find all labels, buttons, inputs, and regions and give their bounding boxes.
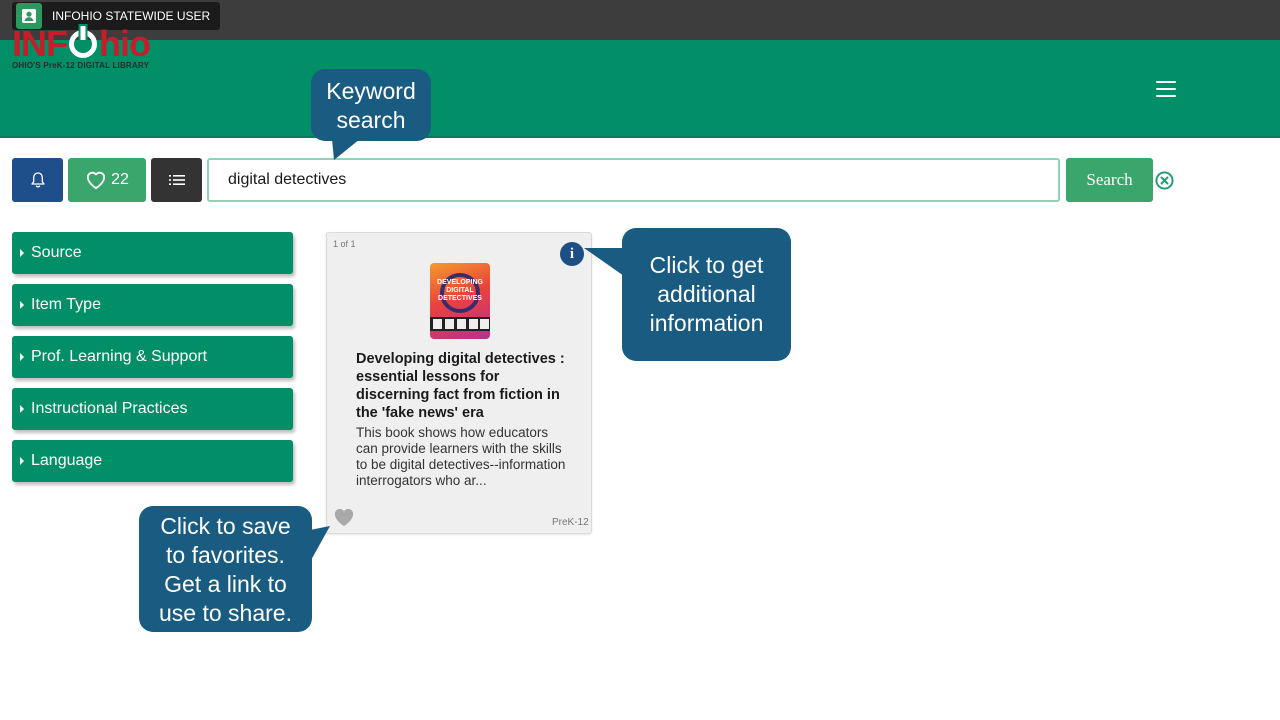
facet-label: Language	[31, 452, 103, 469]
circle-x-icon[interactable]	[1155, 171, 1174, 190]
caret-right-icon	[20, 353, 24, 361]
callout-keyword-search: Keyword search	[311, 69, 431, 141]
power-o-icon	[69, 30, 97, 58]
cover-title: DEVELOPING DIGITAL DETECTIVES	[437, 279, 483, 302]
callout-info: Click to get additional information	[622, 228, 791, 361]
facet-label: Source	[31, 244, 82, 261]
facet-instructional-practices[interactable]: Instructional Practices	[12, 388, 293, 430]
infohio-logo[interactable]: INF hio OHIO'S PreK-12 DIGITAL LIBRARY	[12, 23, 172, 71]
search-button[interactable]: Search	[1066, 158, 1153, 202]
callout-tail	[584, 248, 624, 276]
facet-label: Prof. Learning & Support	[31, 348, 208, 365]
facet-source[interactable]: Source	[12, 232, 293, 274]
caret-right-icon	[20, 457, 24, 465]
hamburger-icon[interactable]	[1156, 81, 1176, 97]
callout-tail	[310, 526, 330, 562]
info-icon[interactable]: i	[560, 242, 584, 266]
result-count: 1 of 1	[333, 239, 356, 249]
callout-text: Click to save to favorites. Get a link t…	[159, 513, 292, 626]
callout-text: Click to get additional information	[649, 252, 764, 336]
logo-text-left: INF	[12, 23, 68, 64]
cover-strip	[430, 317, 490, 331]
facet-prof-learning[interactable]: Prof. Learning & Support	[12, 336, 293, 378]
top-bar: INFOHIO STATEWIDE USER	[0, 0, 1280, 40]
callout-favorites: Click to save to favorites. Get a link t…	[139, 506, 312, 632]
bell-icon	[30, 172, 45, 188]
book-cover[interactable]: DEVELOPING DIGITAL DETECTIVES	[430, 263, 490, 339]
alerts-button[interactable]	[12, 158, 63, 202]
heart-icon[interactable]	[333, 507, 355, 527]
facet-language[interactable]: Language	[12, 440, 293, 482]
callout-text: Keyword search	[326, 78, 416, 133]
site-header	[0, 40, 1280, 138]
caret-right-icon	[20, 405, 24, 413]
caret-right-icon	[20, 301, 24, 309]
logo-text-right: hio	[99, 23, 151, 64]
result-card[interactable]: 1 of 1 i DEVELOPING DIGITAL DETECTIVES D…	[326, 232, 592, 534]
search-input[interactable]	[207, 158, 1060, 202]
callout-tail	[332, 139, 360, 160]
favorites-button[interactable]: 22	[68, 158, 146, 202]
list-icon	[168, 175, 185, 185]
facet-label: Instructional Practices	[31, 400, 188, 417]
user-label: INFOHIO STATEWIDE USER	[52, 9, 211, 23]
heart-outline-icon	[87, 171, 106, 190]
facet-label: Item Type	[31, 296, 101, 313]
result-title[interactable]: Developing digital detectives : essentia…	[356, 350, 570, 422]
logo-tagline: OHIO'S PreK-12 DIGITAL LIBRARY	[12, 61, 150, 70]
grade-level: PreK-12	[552, 517, 589, 528]
facet-item-type[interactable]: Item Type	[12, 284, 293, 326]
result-description: This book shows how educators can provid…	[356, 425, 566, 488]
list-button[interactable]	[151, 158, 202, 202]
caret-right-icon	[20, 249, 24, 257]
favorites-count: 22	[111, 171, 129, 188]
